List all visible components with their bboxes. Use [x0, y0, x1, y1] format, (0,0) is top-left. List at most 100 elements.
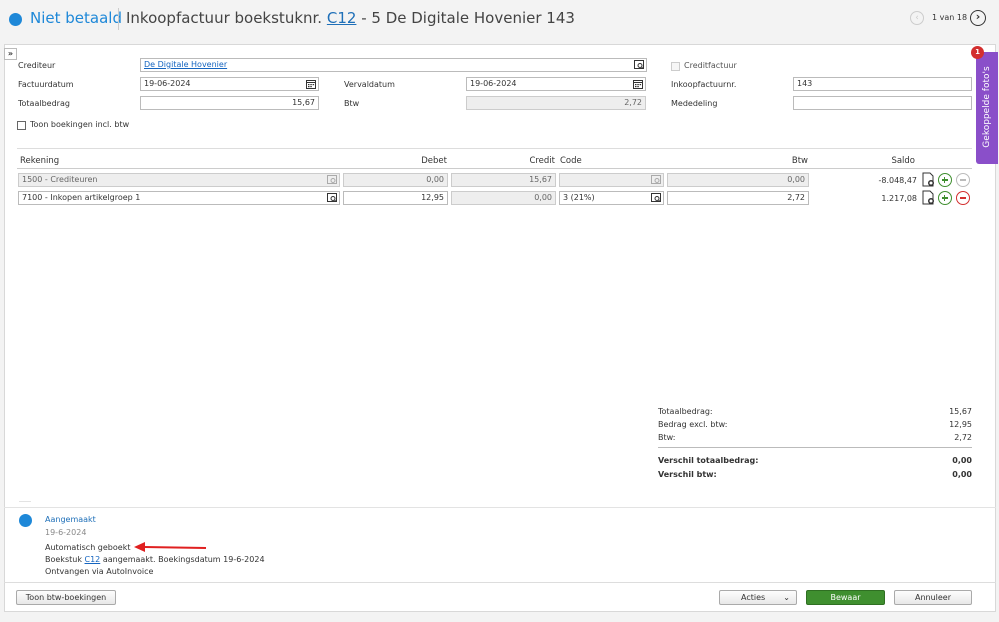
title-prefix: Inkoopfactuur boekstuknr.: [126, 9, 323, 27]
debet-cell: 0,00: [343, 173, 448, 187]
section-divider: [17, 148, 972, 149]
lookup-icon[interactable]: [327, 193, 337, 203]
factuurdatum-label: Factuurdatum: [18, 80, 74, 89]
bewaar-button[interactable]: Bewaar: [806, 590, 885, 605]
mededeling-label: Mededeling: [671, 99, 718, 108]
sum-excl-value: 12,95: [949, 420, 972, 429]
sum-btw-value: 2,72: [954, 433, 972, 442]
lookup-icon: [651, 175, 661, 184]
add-row-icon[interactable]: [938, 191, 952, 205]
header-divider: [118, 8, 119, 30]
timeline-dot: [19, 514, 32, 527]
timeline-line3: Ontvangen via AutoInvoice: [45, 567, 154, 576]
sum-totaal-label: Totaalbedrag:: [658, 407, 713, 416]
timeline-title: Aangemaakt: [45, 515, 96, 524]
toon-incl-label: Toon boekingen incl. btw: [30, 120, 130, 129]
calendar-icon[interactable]: [306, 79, 316, 89]
page-title: Inkoopfactuur boekstuknr. C12 - 5 De Dig…: [126, 9, 575, 27]
totaalbedrag-label: Totaalbedrag: [18, 99, 70, 108]
document-search-icon[interactable]: [922, 190, 936, 206]
factuurdatum-value: 19-06-2024: [144, 79, 191, 88]
col-btw: Btw: [791, 156, 808, 166]
header-rule: [17, 168, 972, 169]
inkoopfactuurnr-field[interactable]: 143: [793, 77, 972, 91]
gekoppelde-fotos-tab[interactable]: Gekoppelde foto's: [976, 52, 998, 164]
col-saldo: Saldo: [891, 156, 915, 166]
remove-row-icon[interactable]: [956, 191, 970, 205]
credit-cell: 0,00: [451, 191, 556, 205]
next-icon[interactable]: ›: [970, 10, 986, 26]
totaalbedrag-field[interactable]: 15,67: [140, 96, 319, 110]
vervaldatum-field[interactable]: 19-06-2024: [466, 77, 646, 91]
mededeling-field[interactable]: [793, 96, 972, 110]
saldo-cell: 1.217,08: [881, 194, 917, 203]
boekstuk-link[interactable]: C12: [85, 555, 101, 564]
toon-incl-checkbox[interactable]: [17, 121, 26, 130]
rekening-cell: 1500 - Crediteuren: [18, 173, 340, 187]
title-suffix: - 5 De Digitale Hovenier 143: [361, 9, 575, 27]
code-cell[interactable]: 3 (21%): [559, 191, 664, 205]
creditfactuur-label: Creditfactuur: [684, 61, 737, 70]
col-debet: Debet: [421, 156, 447, 166]
lookup-icon[interactable]: [634, 60, 644, 70]
rekening-value: 7100 - Inkopen artikelgroep 1: [22, 193, 141, 202]
code-value: 3 (21%): [563, 193, 595, 202]
saldo-cell: -8.048,47: [878, 176, 917, 185]
annuleer-button[interactable]: Annuleer: [894, 590, 972, 605]
sum-verschil-btw-label: Verschil btw:: [658, 470, 717, 479]
creditfactuur-checkbox[interactable]: [671, 62, 680, 71]
rekening-value: 1500 - Crediteuren: [22, 175, 98, 184]
status-dot: [9, 13, 22, 26]
document-search-icon[interactable]: [922, 172, 936, 188]
sum-btw-label: Btw:: [658, 433, 676, 442]
summary-rule: [658, 447, 972, 448]
sum-verschil-totaal-value: 0,00: [952, 456, 972, 465]
timeline-line1: Automatisch geboekt: [45, 543, 131, 552]
crediteur-field[interactable]: De Digitale Hovenier: [140, 58, 647, 72]
chevron-down-icon: ⌄: [783, 593, 790, 602]
lookup-icon[interactable]: [651, 193, 661, 203]
btw-field: 2,72: [466, 96, 646, 110]
side-tab-label: Gekoppelde foto's: [982, 66, 992, 148]
add-row-icon[interactable]: [938, 173, 952, 187]
lookup-icon: [327, 175, 337, 184]
crediteur-link[interactable]: De Digitale Hovenier: [144, 60, 227, 69]
sum-excl-label: Bedrag excl. btw:: [658, 420, 728, 429]
footer-divider: [4, 582, 996, 583]
main-panel: [4, 44, 996, 612]
btw-cell: 0,00: [667, 173, 809, 187]
status-label: Niet betaald: [30, 9, 122, 27]
acties-label: Acties: [741, 593, 766, 602]
btw-label: Btw: [344, 99, 360, 108]
credit-cell: 15,67: [451, 173, 556, 187]
timeline-date: 19-6-2024: [45, 528, 87, 537]
remove-row-icon: [956, 173, 970, 187]
prev-icon[interactable]: ‹: [910, 11, 924, 25]
rekening-cell[interactable]: 7100 - Inkopen artikelgroep 1: [18, 191, 340, 205]
col-credit: Credit: [529, 156, 555, 166]
arrow-icon: [134, 542, 207, 552]
timeline-divider: [4, 507, 996, 508]
acties-button[interactable]: Acties ⌄: [719, 590, 797, 605]
col-rekening: Rekening: [20, 156, 60, 166]
col-code: Code: [560, 156, 582, 166]
doc-link[interactable]: C12: [327, 9, 357, 27]
sum-totaal-value: 15,67: [949, 407, 972, 416]
line2-prefix: Boekstuk: [45, 555, 82, 564]
vervaldatum-value: 19-06-2024: [470, 79, 517, 88]
btw-cell[interactable]: 2,72: [667, 191, 809, 205]
debet-cell[interactable]: 12,95: [343, 191, 448, 205]
crediteur-label: Crediteur: [18, 61, 56, 70]
expand-icon[interactable]: »: [4, 48, 17, 60]
calendar-icon[interactable]: [633, 79, 643, 89]
toon-btw-button[interactable]: Toon btw-boekingen: [16, 590, 116, 605]
inkoopfactuurnr-label: Inkoopfactuurnr.: [671, 80, 737, 89]
sum-verschil-totaal-label: Verschil totaalbedrag:: [658, 456, 759, 465]
timeline-line2: Boekstuk C12 aangemaakt. Boekingsdatum 1…: [45, 555, 265, 564]
pager-label: 1 van 18: [932, 13, 968, 22]
notification-badge: 1: [971, 46, 984, 59]
factuurdatum-field[interactable]: 19-06-2024: [140, 77, 319, 91]
code-cell: [559, 173, 664, 187]
vervaldatum-label: Vervaldatum: [344, 80, 395, 89]
line2-suffix: aangemaakt. Boekingsdatum 19-6-2024: [102, 555, 265, 564]
